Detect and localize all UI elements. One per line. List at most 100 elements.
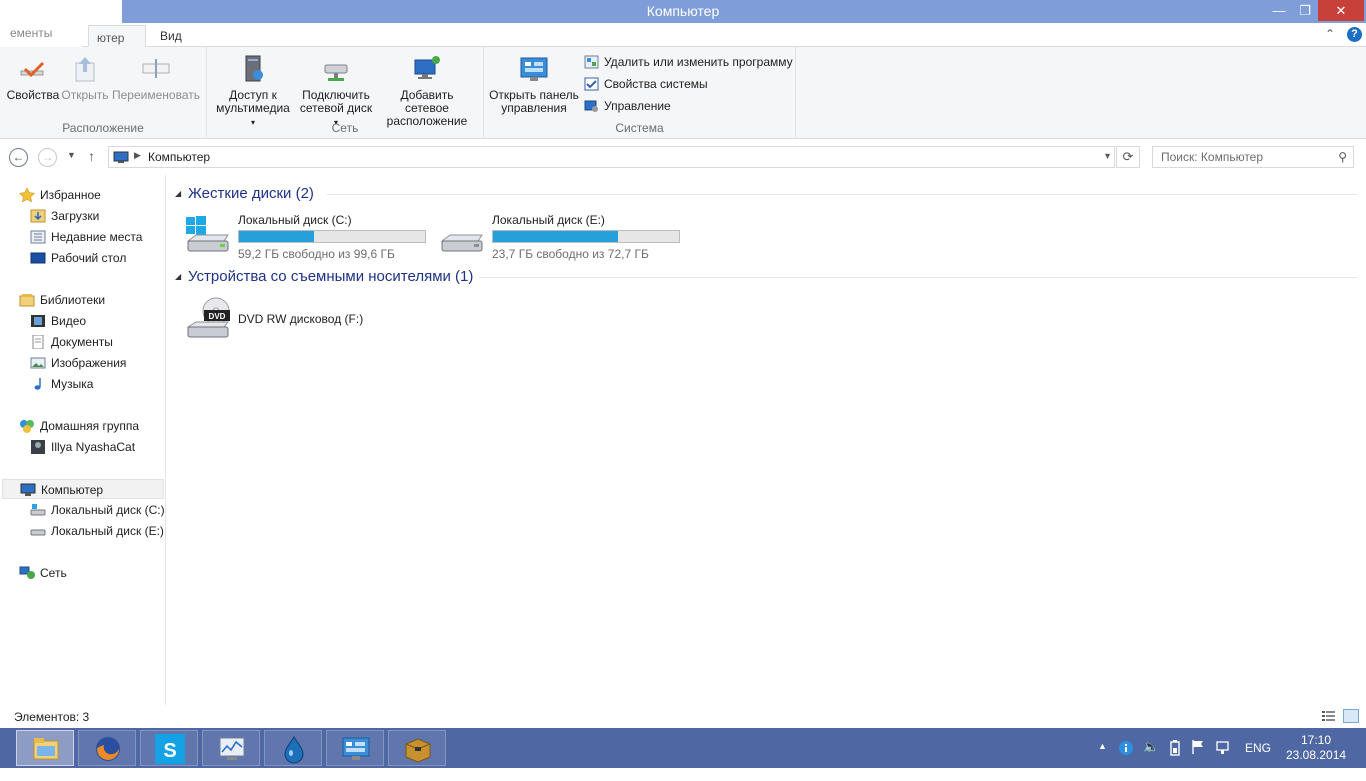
- group-label-location: Расположение: [62, 121, 144, 135]
- drive-free-space: 59,2 ГБ свободно из 99,6 ГБ: [238, 247, 395, 261]
- minimize-button[interactable]: —: [1266, 0, 1292, 21]
- taskbar-monitor[interactable]: [202, 730, 260, 766]
- map-drive-button[interactable]: Подключить сетевой диск ▾: [297, 53, 375, 129]
- system-properties-button[interactable]: Свойства системы: [584, 75, 708, 93]
- tray-clock[interactable]: 17:10 23.08.2014: [1286, 733, 1346, 763]
- clock-time: 17:10: [1300, 733, 1332, 747]
- tab-view[interactable]: Вид: [146, 23, 196, 47]
- tray-info-icon[interactable]: [1118, 740, 1134, 780]
- dvd-drive-icon: DVD: [186, 297, 230, 338]
- up-icon[interactable]: ↑: [88, 148, 95, 164]
- content-pane: ◢ Жесткие диски (2) Локальный диск (C:) …: [167, 175, 1366, 705]
- control-panel-icon: [342, 737, 370, 760]
- taskbar-archiver[interactable]: [388, 730, 446, 766]
- control-panel-icon: [520, 57, 548, 81]
- properties-label: Свойства: [6, 88, 60, 102]
- refresh-button[interactable]: ⟳: [1116, 146, 1140, 168]
- uninstall-program-button[interactable]: Удалить или изменить программу: [584, 53, 793, 71]
- nav-computer[interactable]: Компьютер: [2, 479, 164, 499]
- tray-flag-icon[interactable]: [1191, 739, 1205, 779]
- open-button[interactable]: Открыть: [60, 53, 110, 102]
- rename-button[interactable]: Переименовать: [112, 53, 200, 102]
- taskbar-control-panel[interactable]: [326, 730, 384, 766]
- tiles-view-icon[interactable]: [1343, 709, 1359, 723]
- tray-show-hidden-icon[interactable]: ▲: [1098, 741, 1107, 781]
- group-header-hdd[interactable]: ◢ Жесткие диски (2): [175, 184, 1357, 206]
- maximize-button[interactable]: ❐: [1292, 0, 1318, 21]
- svg-text:DVD: DVD: [209, 312, 226, 321]
- address-row: ← → ▼ ↑ ▶ Компьютер ▾ ⟳ ⚲: [0, 140, 1366, 175]
- libraries-icon: [19, 294, 35, 307]
- details-view-icon[interactable]: [1321, 709, 1336, 723]
- pictures-icon: [30, 357, 46, 369]
- dvd-drive-tile[interactable]: DVD DVD RW дисковод (F:): [184, 295, 434, 345]
- video-icon: [31, 315, 45, 327]
- homegroup-icon: [20, 420, 34, 433]
- nav-label: Изображения: [51, 356, 127, 370]
- group-header-removable[interactable]: ◢ Устройства со съемными носителями (1): [175, 267, 1357, 289]
- search-box[interactable]: ⚲: [1152, 146, 1354, 168]
- add-network-location-button[interactable]: Добавить сетевое расположение: [377, 53, 477, 128]
- uninstall-program-label: Удалить или изменить программу: [604, 55, 793, 69]
- firefox-icon: [96, 737, 120, 761]
- recent-locations-icon[interactable]: ▼: [67, 150, 76, 160]
- tray-volume-icon[interactable]: 🔈: [1143, 739, 1159, 779]
- nav-label: Музыка: [51, 377, 94, 391]
- collapse-icon[interactable]: ◢: [175, 189, 181, 198]
- drive-icon: [30, 529, 46, 536]
- ribbon-group-network: Доступ к мультимедиа ▾ Подключить сетево…: [207, 47, 484, 139]
- open-icon: [75, 57, 95, 82]
- title-bar: Компьютер — ❐ ✕: [0, 0, 1366, 23]
- properties-button[interactable]: Свойства: [6, 53, 60, 102]
- breadcrumb-separator-icon[interactable]: ▶: [134, 150, 141, 161]
- drive-tile-c[interactable]: Локальный диск (C:) 59,2 ГБ свободно из …: [184, 213, 434, 263]
- taskbar-firefox[interactable]: [78, 730, 136, 766]
- ribbon-collapse-icon[interactable]: ⌃: [1325, 27, 1335, 41]
- search-input[interactable]: [1153, 147, 1331, 167]
- address-history-icon[interactable]: ▾: [1105, 151, 1110, 162]
- computer-icon: [113, 151, 129, 163]
- rename-icon: [142, 59, 170, 78]
- tray-power-icon[interactable]: [1168, 740, 1182, 780]
- nav-label: Документы: [51, 335, 113, 349]
- resource-monitor-icon: [219, 737, 245, 760]
- nav-label: Локальный диск (E:): [51, 524, 164, 538]
- address-bar[interactable]: ▶ Компьютер ▾: [108, 146, 1115, 168]
- media-access-button[interactable]: Доступ к мультимедиа ▾: [213, 53, 293, 129]
- back-button[interactable]: ←: [9, 148, 28, 167]
- window-title: Компьютер: [646, 3, 720, 19]
- tab-computer[interactable]: ютер: [88, 25, 146, 48]
- nav-label: Локальный диск (C:): [51, 503, 165, 517]
- drive-tile-e[interactable]: Локальный диск (E:) 23,7 ГБ свободно из …: [438, 213, 688, 263]
- search-icon[interactable]: ⚲: [1338, 150, 1347, 164]
- manage-button[interactable]: Управление: [584, 97, 671, 115]
- taskbar: S ▲ 🔈 ENG 17:10 23.08.2014: [0, 728, 1366, 768]
- nav-label: Видео: [51, 314, 87, 328]
- forward-button[interactable]: →: [38, 148, 57, 167]
- taskbar-explorer[interactable]: [16, 730, 74, 766]
- ribbon-tabs: ементы ютер Вид ⌃ ?: [0, 23, 1366, 48]
- tray-language[interactable]: ENG: [1245, 741, 1271, 781]
- close-button[interactable]: ✕: [1318, 0, 1364, 21]
- breadcrumb[interactable]: Компьютер: [148, 150, 210, 164]
- drive-icon: [440, 234, 483, 252]
- control-panel-button[interactable]: Открыть панель управления: [488, 53, 580, 115]
- tab-file[interactable]: ементы: [0, 23, 82, 47]
- archive-box-icon: [405, 738, 431, 763]
- downloads-icon: [30, 209, 46, 223]
- programs-icon: [584, 55, 599, 69]
- group-label-system: Система: [615, 121, 664, 135]
- taskbar-skype[interactable]: S: [140, 730, 198, 766]
- drive-usage-fill: [493, 231, 619, 242]
- tray-network-icon[interactable]: [1215, 740, 1231, 780]
- star-icon: [19, 188, 35, 202]
- skype-icon: S: [155, 734, 185, 764]
- help-icon[interactable]: ?: [1347, 27, 1362, 42]
- item-count: Элементов: 3: [14, 710, 90, 724]
- taskbar-drop-app[interactable]: [264, 730, 322, 766]
- collapse-icon[interactable]: ◢: [175, 272, 181, 281]
- ribbon-group-location: Свойства Открыть Переименовать Расположе…: [0, 47, 207, 139]
- desktop-icon: [30, 252, 46, 264]
- group-divider: [327, 194, 1357, 195]
- control-panel-label-2: управления: [501, 101, 567, 115]
